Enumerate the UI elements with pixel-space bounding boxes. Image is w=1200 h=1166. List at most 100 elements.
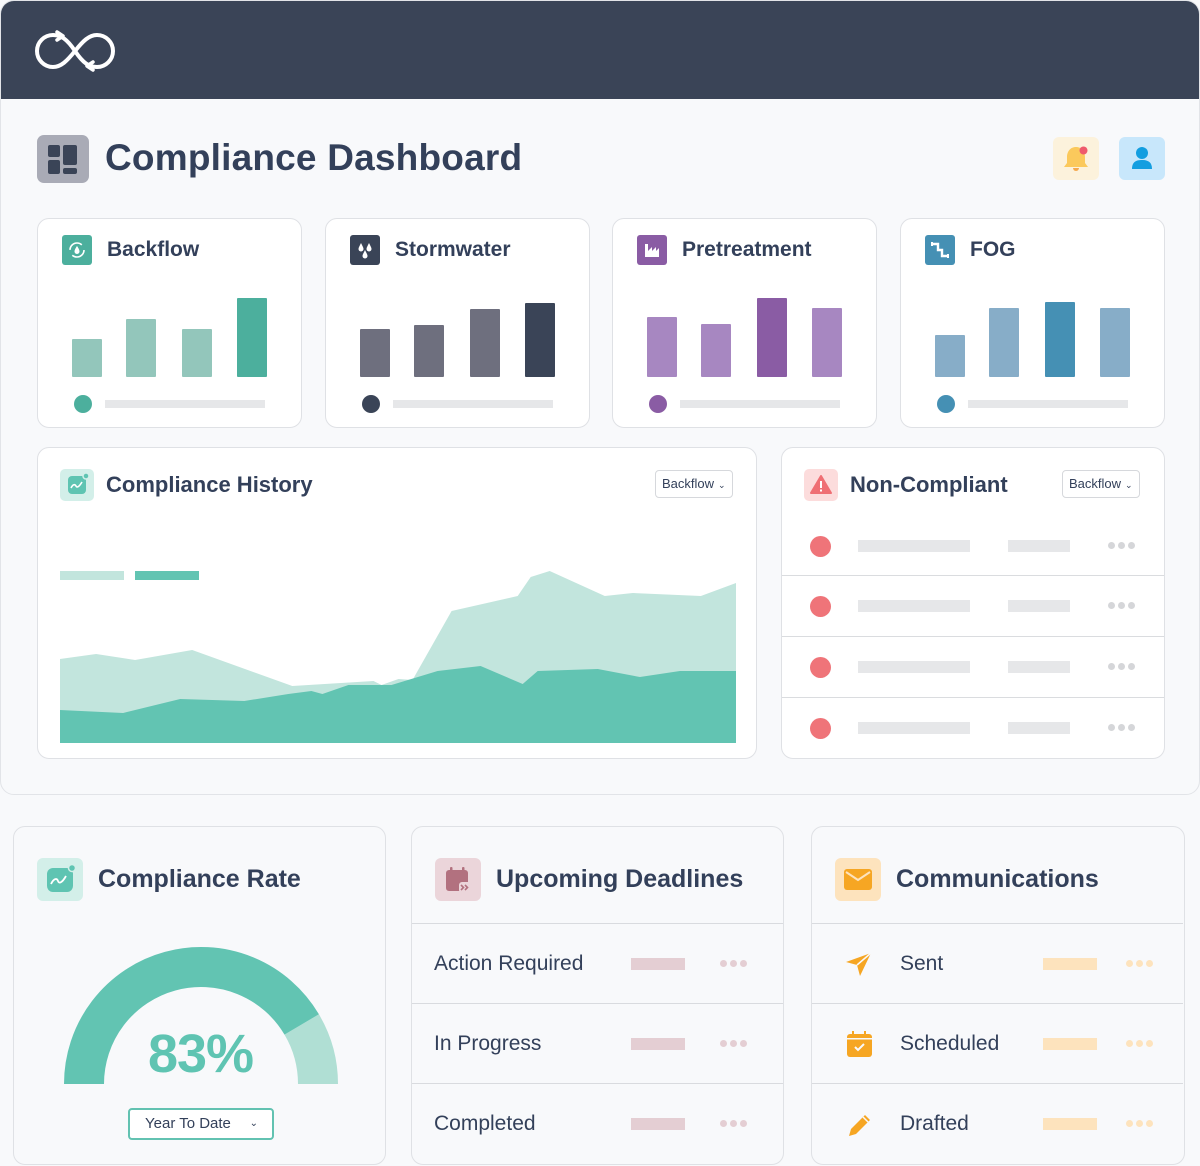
bar-chart [360, 279, 556, 377]
backflow-recycle-drop-icon [62, 235, 92, 265]
text-placeholder [1008, 600, 1070, 612]
text-placeholder [858, 539, 970, 552]
more-options-icon[interactable] [1108, 602, 1135, 610]
more-options-icon[interactable] [1108, 541, 1135, 550]
notifications-button[interactable] [1053, 137, 1099, 180]
non-compliant-row[interactable] [782, 697, 1164, 758]
more-options-icon[interactable] [1126, 959, 1153, 968]
trend-chart-icon [60, 469, 94, 501]
text-placeholder [858, 600, 970, 612]
compliance-history-panel: Compliance History Backflow ⌄ [37, 447, 757, 759]
legend-placeholder [968, 400, 1128, 408]
comm-row-sent[interactable]: Sent [812, 923, 1183, 1003]
noncompliant-program-select[interactable]: Backflow ⌄ [1062, 470, 1140, 498]
legend-dot [74, 395, 92, 413]
legend-placeholder [680, 400, 840, 408]
period-select[interactable]: Year To Date ⌄ [128, 1108, 274, 1140]
comm-row-scheduled[interactable]: Scheduled [812, 1003, 1183, 1083]
bar-2 [126, 319, 156, 377]
card-title: Communications [896, 865, 1099, 893]
comm-row-drafted[interactable]: Drafted [812, 1083, 1183, 1163]
text-placeholder [1008, 722, 1070, 734]
bar-4 [237, 298, 267, 377]
text-placeholder [858, 722, 970, 734]
page-title: Compliance Dashboard [105, 137, 523, 178]
row-label: Completed [434, 1111, 536, 1135]
compliance-rate-value: 83% [147, 1024, 254, 1084]
raindrops-icon [350, 235, 380, 265]
program-card-stormwater[interactable]: Stormwater [325, 218, 590, 428]
infinity-recycle-logo-icon[interactable] [35, 29, 115, 73]
card-title: Pretreatment [682, 238, 812, 261]
bar-1 [360, 329, 390, 377]
bar-3 [1045, 302, 1075, 377]
status-dot-red [810, 657, 831, 678]
bar-4 [1100, 308, 1130, 377]
non-compliant-row[interactable] [782, 636, 1164, 697]
bar-3 [182, 329, 212, 377]
bar-4 [812, 308, 842, 377]
value-placeholder [631, 957, 685, 970]
legend-swatch-2 [135, 571, 199, 580]
bar-chart [647, 279, 843, 377]
deadline-row-in-progress[interactable]: In Progress [412, 1003, 783, 1083]
text-placeholder [1008, 661, 1070, 673]
non-compliant-row[interactable] [782, 575, 1164, 636]
program-card-backflow[interactable]: Backflow [37, 218, 302, 428]
dashboard-grid-icon [37, 135, 89, 183]
chevron-down-icon: ⌄ [1125, 480, 1133, 490]
user-profile-button[interactable] [1119, 137, 1165, 180]
bell-icon [1064, 146, 1088, 171]
program-card-pretreatment[interactable]: Pretreatment [612, 218, 877, 428]
bar-4 [525, 303, 555, 377]
more-options-icon[interactable] [720, 1039, 747, 1048]
more-options-icon[interactable] [1126, 1119, 1153, 1128]
value-placeholder [631, 1117, 685, 1130]
chevron-down-icon: ⌄ [718, 480, 726, 490]
more-options-icon[interactable] [1108, 724, 1135, 732]
pipe-icon [925, 235, 955, 265]
legend-swatch-1 [60, 571, 124, 580]
program-card-fog[interactable]: FOG [900, 218, 1165, 428]
value-placeholder [1043, 1037, 1097, 1050]
more-options-icon[interactable] [720, 959, 747, 968]
legend-placeholder [105, 400, 265, 408]
deadline-row-completed[interactable]: Completed [412, 1083, 783, 1163]
select-value: Year To Date [145, 1115, 231, 1132]
bar-3 [757, 298, 787, 377]
panel-title: Compliance History [106, 472, 313, 497]
user-icon [1132, 147, 1152, 169]
bar-2 [414, 325, 444, 377]
more-options-icon[interactable] [720, 1119, 747, 1128]
bar-chart [72, 279, 268, 377]
more-options-icon[interactable] [1108, 663, 1135, 671]
compliance-rate-card: Compliance Rate 83% Year To Date ⌄ [13, 826, 386, 1165]
envelope-icon [835, 858, 881, 901]
top-bar [1, 1, 1199, 99]
card-title: FOG [970, 238, 1016, 261]
legend-dot [649, 395, 667, 413]
calendar-check-icon [847, 1030, 872, 1057]
status-dot-red [810, 596, 831, 617]
paper-plane-icon [846, 951, 872, 976]
row-label: Sent [900, 951, 944, 975]
bar-2 [989, 308, 1019, 377]
app-window: Compliance Dashboard Backflow Stormwater [0, 0, 1200, 795]
deadline-row-action-required[interactable]: Action Required [412, 923, 783, 1003]
bar-1 [72, 339, 102, 377]
text-placeholder [858, 661, 970, 673]
select-value: Backflow [662, 476, 715, 491]
bar-1 [647, 317, 677, 377]
non-compliant-row[interactable] [782, 515, 1164, 576]
legend-placeholder [393, 400, 553, 408]
value-placeholder [631, 1037, 685, 1050]
card-title: Stormwater [395, 238, 511, 261]
row-label: Action Required [434, 951, 584, 975]
upcoming-deadlines-card: Upcoming Deadlines Action Required In Pr… [411, 826, 784, 1165]
more-options-icon[interactable] [1126, 1039, 1153, 1048]
text-placeholder [1008, 539, 1070, 552]
bar-chart [935, 279, 1131, 377]
history-program-select[interactable]: Backflow ⌄ [655, 470, 733, 498]
status-dot-red [810, 535, 831, 557]
factory-icon [637, 235, 667, 265]
